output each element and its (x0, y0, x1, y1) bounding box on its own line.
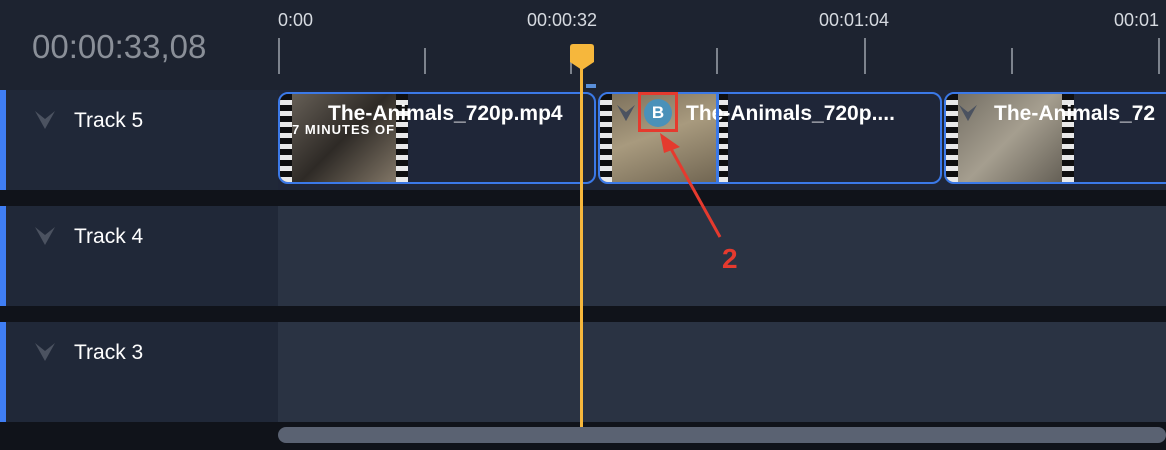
track-label: Track 4 (74, 225, 144, 248)
playhead-line[interactable] (580, 60, 583, 430)
film-sprocket (946, 94, 958, 182)
playhead-marker (586, 84, 596, 88)
track-divider (0, 306, 1166, 322)
current-timecode: 00:00:33,08 (32, 28, 207, 65)
ruler-label-32s: 00:00:32 (527, 10, 598, 30)
clip-title: The-Animals_720p.mp4 (328, 102, 563, 125)
ruler-tick-major (1158, 38, 1160, 74)
video-clip[interactable]: 7 MINUTES OF The-Animals_720p.mp4 (278, 92, 596, 184)
chevron-down-icon (959, 104, 977, 122)
ruler-tick (716, 48, 718, 74)
ruler-tick (424, 48, 426, 74)
annotation-arrow-icon (660, 133, 722, 238)
timecode-panel: 00:00:33,08 (0, 0, 278, 90)
film-sprocket (600, 94, 612, 182)
track-label: Track 3 (74, 341, 144, 364)
chevron-down-icon[interactable] (34, 226, 56, 246)
film-sprocket (280, 94, 292, 182)
track-accent-bar (0, 322, 6, 422)
track-divider (0, 190, 1166, 206)
track-header-5[interactable]: Track 5 (0, 90, 278, 190)
ruler-tick-major (864, 38, 866, 74)
ruler-tick-major (278, 38, 280, 74)
track-accent-bar (0, 90, 6, 190)
chevron-down-icon (617, 104, 635, 122)
track-label: Track 5 (74, 109, 144, 132)
track-lane-3[interactable] (278, 322, 1166, 422)
track-accent-bar (0, 206, 6, 306)
clip-title: The-Animals_72 (994, 102, 1156, 125)
ruler-tick (1011, 48, 1013, 74)
chevron-down-icon[interactable] (34, 110, 56, 130)
video-clip[interactable]: The-Animals_72 (944, 92, 1166, 184)
playhead-handle-icon[interactable] (570, 44, 594, 70)
track-header-4[interactable]: Track 4 (0, 206, 278, 306)
ruler-label-1m: 00:01 (1114, 10, 1160, 30)
ruler-label-0: 0:00 (278, 10, 314, 30)
time-ruler[interactable]: 0:00 00:00:32 00:01:04 00:01 (278, 0, 1166, 90)
track-header-3[interactable]: Track 3 (0, 322, 278, 422)
chevron-down-icon[interactable] (34, 342, 56, 362)
ruler-label-1m04: 00:01:04 (819, 10, 890, 30)
annotation-number: 2 (722, 243, 738, 274)
horizontal-scrollbar[interactable] (278, 427, 1166, 443)
